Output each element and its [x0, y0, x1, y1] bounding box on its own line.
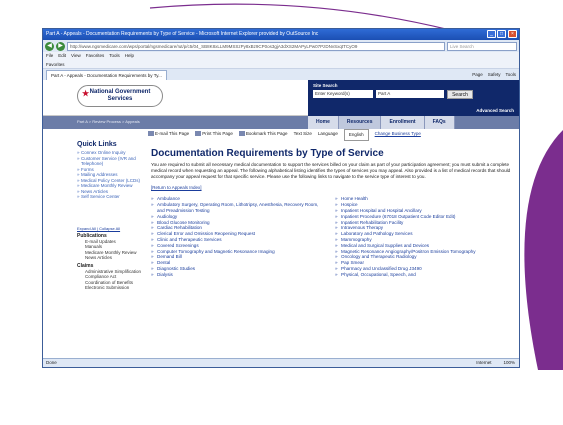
minimize-icon[interactable]: _	[487, 30, 496, 38]
logo-line-2: Services	[107, 96, 133, 102]
bookmark-page-label: Bookmark This Page	[245, 131, 288, 136]
service-link[interactable]: Physical, Occupational, Speech, and	[335, 272, 511, 278]
service-list-col-1: AmbulanceAmbulatory Surgery, Operating R…	[151, 196, 327, 277]
tree-item[interactable]: News Articles	[77, 255, 143, 261]
page-title: Documentation Requirements by Type of Se…	[151, 148, 384, 159]
email-page-label: E-mail This Page	[155, 131, 190, 136]
address-bar[interactable]: http://www.ngsmedicare.com/wps/portal/ng…	[67, 41, 445, 51]
site-search-scope[interactable]: Part A	[376, 90, 444, 98]
menu-tools[interactable]: Tools	[109, 52, 120, 60]
site-search-button[interactable]: Search	[447, 90, 473, 99]
browser-window: Part A - Appeals - Documentation Require…	[42, 28, 520, 368]
site-nav: Part A > Review Process > Appeals Home R…	[43, 116, 519, 129]
zone-indicator: Internet	[476, 360, 492, 365]
close-icon[interactable]: ×	[508, 30, 517, 38]
text-size-control[interactable]: Text Size	[294, 129, 312, 141]
nav-faqs[interactable]: FAQs	[424, 116, 455, 129]
page-menu[interactable]: Page	[472, 70, 483, 79]
tree-item[interactable]: Electronic Submission	[77, 285, 143, 291]
bookmark-page-link[interactable]: Bookmark This Page	[238, 129, 288, 141]
intro-paragraph: You are required to submit all necessary…	[151, 162, 511, 179]
status-text: Done	[46, 360, 57, 365]
back-icon[interactable]: ◀	[45, 41, 54, 51]
expand-collapse-links[interactable]: Expand All | Collapse All	[77, 226, 143, 231]
page-tools: E-mail This Page Print This Page Bookmar…	[43, 129, 519, 141]
language-label: Language	[317, 131, 338, 136]
tab-current[interactable]: Part A - Appeals - Documentation Require…	[46, 70, 167, 80]
print-page-label: Print This Page	[202, 131, 233, 136]
quick-links-title: Quick Links	[77, 141, 117, 148]
service-list-col-2: Home HealthHospiceInpatient Hospital and…	[335, 196, 511, 277]
quick-link[interactable]: Self Service Center	[77, 194, 143, 200]
nav-resources[interactable]: Resources	[338, 116, 382, 129]
address-row: ◀ ▶ http://www.ngsmedicare.com/wps/porta…	[43, 40, 519, 52]
maximize-icon[interactable]: □	[497, 30, 506, 38]
star-icon: ★	[82, 89, 90, 98]
logo-line-1: National Government	[89, 89, 151, 95]
breadcrumb[interactable]: Part A > Review Process > Appeals	[77, 119, 140, 124]
site-search-panel: Site Search Enter Keyword(s) Part A Sear…	[308, 80, 519, 116]
language-select[interactable]: English	[343, 129, 369, 141]
safety-menu[interactable]: Safety	[488, 70, 501, 79]
return-to-index-link[interactable]: [Return to Appeals Index]	[151, 185, 511, 190]
tab-row: Part A - Appeals - Documentation Require…	[43, 69, 519, 80]
site-search-label: Site Search	[313, 83, 338, 88]
command-bar: Page Safety Tools	[472, 70, 516, 79]
print-icon	[195, 131, 202, 137]
bookmark-icon	[238, 131, 245, 137]
page-viewport: ★ National Government Services Site Sear…	[43, 80, 519, 360]
nav-enrollment[interactable]: Enrollment	[381, 116, 425, 129]
menu-help[interactable]: Help	[125, 52, 134, 60]
service-link[interactable]: Ambulatory Surgery, Operating Room, Lith…	[151, 202, 327, 214]
menu-bar: File Edit View Favorites Tools Help	[43, 52, 519, 60]
advanced-search-link[interactable]: Advanced Search	[476, 108, 514, 113]
main-content: Documentation Requirements by Type of Se…	[151, 148, 511, 278]
favorites-button[interactable]: Favorites	[46, 60, 65, 68]
window-title: Part A - Appeals - Documentation Require…	[46, 31, 319, 37]
site-banner: ★ National Government Services Site Sear…	[43, 80, 519, 116]
tree-item[interactable]: Administrative Simplification Compliance…	[77, 269, 143, 280]
email-icon	[148, 131, 154, 137]
browser-search-input[interactable]: Live Search	[447, 41, 517, 51]
forward-icon[interactable]: ▶	[56, 41, 65, 51]
menu-edit[interactable]: Edit	[58, 52, 66, 60]
email-page-link[interactable]: E-mail This Page	[148, 129, 189, 141]
menu-favorites[interactable]: Favorites	[86, 52, 105, 60]
quick-link[interactable]: Customer Service (IVR and Telephone)	[77, 156, 143, 167]
status-bar: Done Internet 100%	[43, 358, 519, 367]
favorites-bar: Favorites	[43, 60, 519, 69]
site-logo[interactable]: ★ National Government Services	[77, 85, 163, 107]
nav-home[interactable]: Home	[308, 116, 339, 129]
title-bar: Part A - Appeals - Documentation Require…	[43, 29, 519, 40]
left-sidebar: Quick Links Connex Online Inquiry Custom…	[77, 141, 143, 291]
tools-menu[interactable]: Tools	[505, 70, 516, 79]
change-business-type-link[interactable]: Change Business Type	[375, 129, 421, 141]
zoom-level[interactable]: 100%	[503, 359, 515, 367]
menu-view[interactable]: View	[71, 52, 81, 60]
print-page-link[interactable]: Print This Page	[195, 129, 233, 141]
site-search-input[interactable]: Enter Keyword(s)	[313, 90, 373, 98]
menu-file[interactable]: File	[46, 52, 53, 60]
service-link[interactable]: Dialysis	[151, 272, 327, 278]
